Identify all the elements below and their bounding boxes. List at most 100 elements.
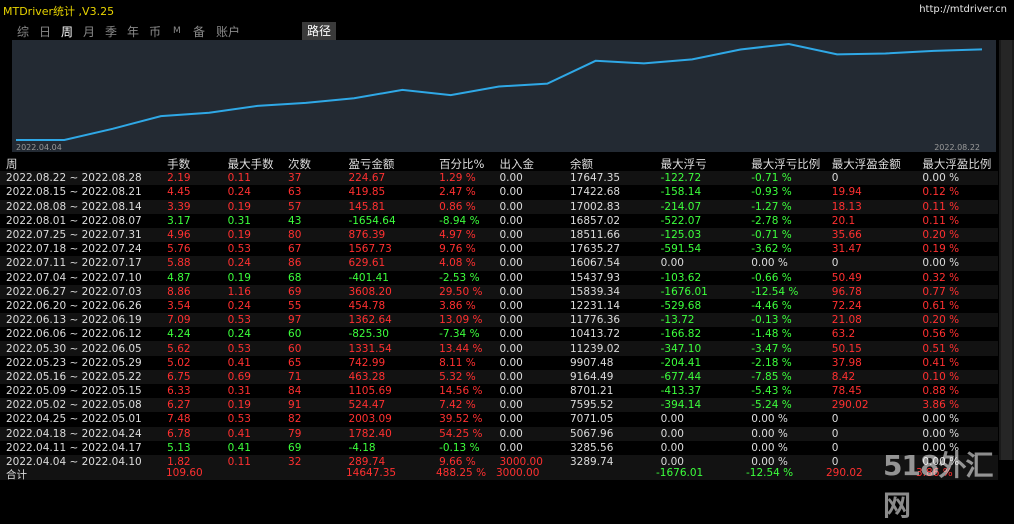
row-trades: 43 bbox=[288, 214, 302, 227]
tab-note[interactable]: 备 bbox=[193, 23, 205, 40]
col-max-profit[interactable]: 最大浮盈金额 bbox=[832, 157, 923, 171]
table-row[interactable]: 2022.05.30 ~ 2022.06.05 5.62 0.53 60 1331.54… bbox=[0, 341, 998, 356]
col-pnl[interactable]: 盈亏金额 bbox=[348, 157, 439, 171]
row-pnl: -4.18 bbox=[348, 441, 376, 454]
table-row[interactable]: 2022.05.16 ~ 2022.05.22 6.75 0.69 71 463.28 5… bbox=[0, 369, 998, 384]
col-max-drawdown-pct[interactable]: 最大浮亏比例 bbox=[751, 157, 832, 171]
col-max-drawdown[interactable]: 最大浮亏 bbox=[661, 157, 752, 171]
table-row[interactable]: 2022.06.27 ~ 2022.07.03 8.86 1.16 69 3608.20… bbox=[0, 284, 998, 299]
tab-currency[interactable]: 币 bbox=[149, 23, 161, 40]
col-lots[interactable]: 手数 bbox=[167, 157, 227, 171]
row-max-drawdown: -158.14 bbox=[660, 186, 702, 199]
row-max-drawdown-pct: -0.71 % bbox=[751, 229, 792, 242]
row-pnl: 1105.69 bbox=[348, 385, 392, 398]
row-balance: 7071.05 bbox=[569, 413, 614, 426]
vertical-scrollbar[interactable] bbox=[999, 40, 1014, 460]
tab-magic[interactable]: M bbox=[173, 26, 181, 36]
row-trades: 71 bbox=[288, 370, 302, 383]
row-lots: 6.27 bbox=[167, 399, 191, 412]
row-percent: 13.44 % bbox=[439, 342, 483, 355]
table-row[interactable]: 2022.05.02 ~ 2022.05.08 6.27 0.19 91 524.47 7… bbox=[0, 398, 998, 413]
app-url-link[interactable]: http://mtdriver.cn bbox=[919, 4, 1007, 15]
row-max-profit-pct: 0.56 % bbox=[922, 328, 960, 341]
row-trades: 80 bbox=[288, 229, 302, 242]
row-trades: 55 bbox=[288, 299, 302, 312]
tab-week[interactable]: 周 bbox=[61, 23, 73, 40]
row-lots: 3.17 bbox=[167, 214, 191, 227]
table-row[interactable]: 2022.04.11 ~ 2022.04.17 5.13 0.41 69 -4.18 -0… bbox=[0, 440, 998, 455]
row-deposit: 0.00 bbox=[499, 257, 523, 270]
table-row[interactable]: 2022.06.13 ~ 2022.06.19 7.09 0.53 97 1362.64… bbox=[0, 313, 998, 328]
row-max-drawdown: -103.62 bbox=[660, 271, 702, 284]
row-pnl: -401.41 bbox=[348, 271, 389, 284]
tab-month[interactable]: 月 bbox=[83, 23, 95, 40]
tab-summary[interactable]: 综 bbox=[17, 23, 29, 40]
row-max-lots: 0.31 bbox=[227, 385, 251, 398]
col-max-lots[interactable]: 最大手数 bbox=[228, 157, 288, 171]
col-trades[interactable]: 次数 bbox=[288, 157, 348, 171]
row-max-drawdown: -677.44 bbox=[660, 370, 702, 383]
table-row[interactable]: 2022.06.20 ~ 2022.06.26 3.54 0.24 55 454.78 3… bbox=[0, 298, 998, 314]
col-deposit[interactable]: 出入金 bbox=[499, 157, 569, 171]
row-week: 2022.07.18 ~ 2022.07.24 bbox=[6, 243, 142, 256]
table-row[interactable]: 2022.05.23 ~ 2022.05.29 5.02 0.41 65 742.99 8… bbox=[0, 355, 998, 370]
row-percent: -8.94 % bbox=[439, 214, 480, 227]
table-row[interactable]: 2022.07.04 ~ 2022.07.10 4.87 0.19 68 -401.41… bbox=[0, 270, 998, 285]
tab-account[interactable]: 账户 bbox=[216, 23, 240, 40]
row-max-lots: 0.41 bbox=[227, 427, 251, 440]
table-row[interactable]: 2022.08.08 ~ 2022.08.14 3.39 0.19 57 145.81 0… bbox=[0, 199, 998, 214]
table-row[interactable]: 2022.07.11 ~ 2022.07.17 5.88 0.24 86 629.61 4… bbox=[0, 256, 998, 271]
row-lots: 7.48 bbox=[167, 413, 191, 426]
table-row[interactable]: 2022.06.06 ~ 2022.06.12 4.24 0.24 60 -825.30… bbox=[0, 327, 998, 342]
tab-route[interactable]: 路径 bbox=[302, 22, 337, 40]
table-row[interactable]: 2022.04.25 ~ 2022.05.01 7.48 0.53 82 2003.09… bbox=[0, 412, 998, 427]
row-trades: 79 bbox=[288, 427, 302, 440]
row-max-drawdown: -166.82 bbox=[660, 328, 702, 341]
row-max-drawdown-pct: -0.93 % bbox=[751, 186, 792, 199]
row-max-drawdown-pct: -0.13 % bbox=[751, 314, 792, 327]
row-percent: -2.53 % bbox=[439, 271, 480, 284]
col-week[interactable]: 周 bbox=[0, 157, 167, 171]
row-balance: 9907.48 bbox=[569, 356, 614, 369]
row-max-profit-pct: 0.88 % bbox=[922, 385, 960, 398]
col-percent[interactable]: 百分比% bbox=[439, 157, 499, 171]
col-balance[interactable]: 余额 bbox=[570, 157, 661, 171]
row-max-drawdown-pct: -0.71 % bbox=[751, 172, 792, 185]
table-row[interactable]: 2022.08.01 ~ 2022.08.07 3.17 0.31 43 -1654.6… bbox=[0, 213, 998, 228]
row-lots: 4.24 bbox=[167, 328, 191, 341]
row-week: 2022.08.08 ~ 2022.08.14 bbox=[6, 200, 142, 213]
row-trades: 86 bbox=[288, 257, 302, 270]
row-max-profit: 0 bbox=[831, 427, 839, 440]
table-row[interactable]: 2022.04.18 ~ 2022.04.24 6.78 0.41 79 1782.40… bbox=[0, 426, 998, 441]
row-pnl: 1782.40 bbox=[348, 427, 392, 440]
row-max-drawdown: 0.00 bbox=[660, 441, 684, 454]
balance-line bbox=[16, 42, 983, 141]
row-max-drawdown-pct: 0.00 % bbox=[751, 427, 788, 440]
table-row[interactable]: 2022.07.18 ~ 2022.07.24 5.76 0.53 67 1567.73… bbox=[0, 242, 998, 257]
row-week: 2022.04.18 ~ 2022.04.24 bbox=[6, 427, 142, 440]
row-trades: 60 bbox=[288, 342, 302, 355]
tab-day[interactable]: 日 bbox=[39, 23, 51, 40]
row-balance: 17635.27 bbox=[569, 243, 621, 256]
table-row[interactable]: 2022.08.15 ~ 2022.08.21 4.45 0.24 63 419.85 2… bbox=[0, 185, 998, 200]
row-max-drawdown: -13.72 bbox=[660, 314, 695, 327]
scrollbar-thumb[interactable] bbox=[1001, 40, 1012, 460]
tab-quarter[interactable]: 季 bbox=[105, 23, 117, 40]
table-row[interactable]: 2022.05.09 ~ 2022.05.15 6.33 0.31 84 1105.69… bbox=[0, 384, 998, 399]
row-max-drawdown: 0.00 bbox=[660, 427, 684, 440]
balance-chart-svg bbox=[16, 42, 983, 141]
row-max-profit: 63.2 bbox=[831, 328, 856, 341]
row-pnl: 463.28 bbox=[348, 370, 386, 383]
table-row[interactable]: 2022.07.25 ~ 2022.07.31 4.96 0.19 80 876.39 4… bbox=[0, 227, 998, 243]
row-max-profit: 78.45 bbox=[831, 385, 862, 398]
table-row[interactable]: 2022.08.22 ~ 2022.08.28 2.19 0.11 37 224.67 1… bbox=[0, 171, 998, 186]
row-week: 2022.07.25 ~ 2022.07.31 bbox=[6, 229, 142, 242]
row-lots: 3.54 bbox=[167, 299, 191, 312]
row-max-lots: 0.19 bbox=[227, 200, 251, 213]
row-week: 2022.05.30 ~ 2022.06.05 bbox=[6, 342, 142, 355]
tab-year[interactable]: 年 bbox=[127, 23, 139, 40]
row-deposit: 0.00 bbox=[499, 314, 523, 327]
col-max-profit-pct[interactable]: 最大浮盈比例 bbox=[922, 157, 998, 171]
row-max-lots: 0.53 bbox=[227, 314, 251, 327]
row-max-profit-pct: 0.00 % bbox=[922, 413, 960, 426]
